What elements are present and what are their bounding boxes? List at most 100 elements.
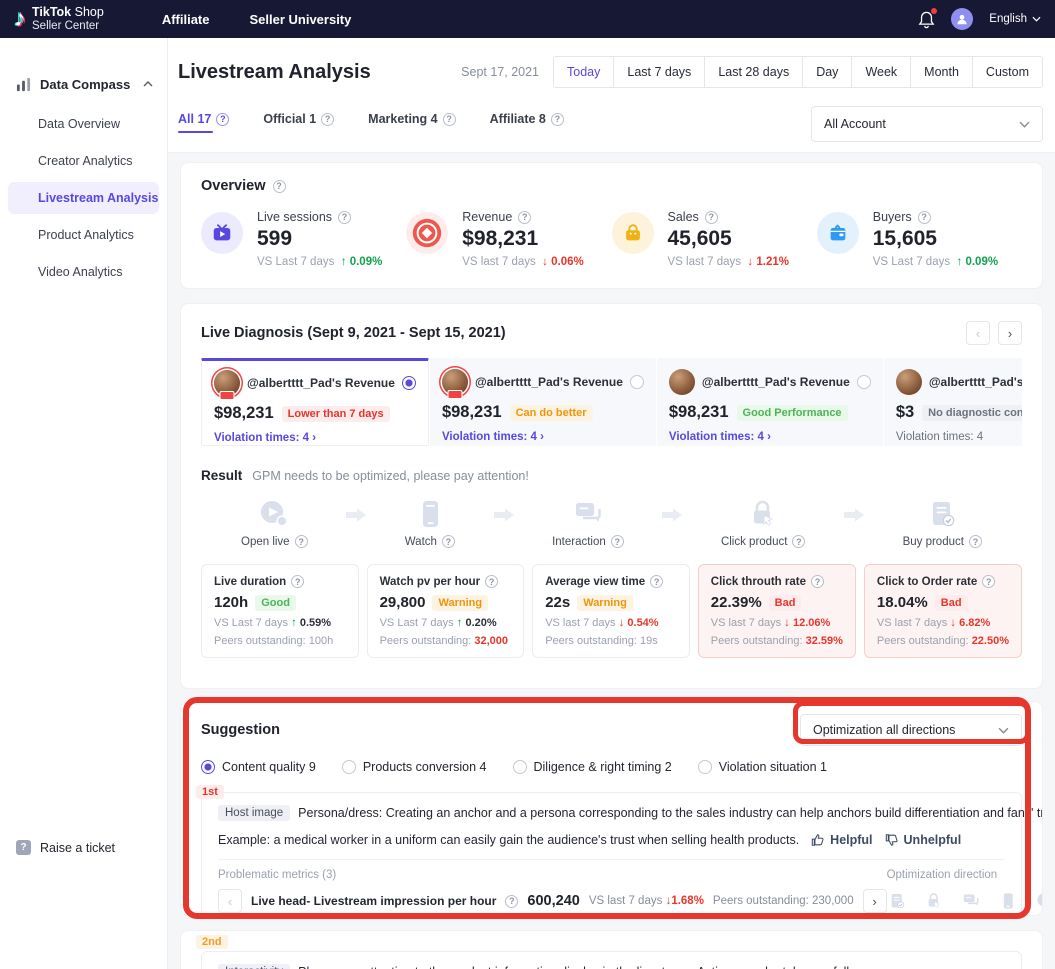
tiktok-shop-logo[interactable]: ♪ TikTok Shop Seller Center [14,5,104,33]
metric-name: Live head- Livestream impression per hou… [251,894,496,908]
diagnosis-card-2[interactable]: @albertttt_Pad's Revenue $98,231 Can do … [430,358,656,446]
question-icon[interactable]: ? [505,895,518,908]
question-icon[interactable]: ? [518,211,531,224]
date-range-group: Today Last 7 days Last 28 days Day Week … [553,56,1043,88]
question-icon[interactable]: ? [650,575,663,588]
question-icon[interactable]: ? [705,211,718,224]
question-icon[interactable]: ? [982,575,995,588]
question-icon[interactable]: ? [918,211,931,224]
question-icon[interactable]: ? [216,113,229,126]
overview-panel: Overview ? Live sessions? 599 VS Last 7 … [180,162,1043,289]
overview-title: Overview [201,178,266,194]
diagnosis-card-1[interactable]: @albertttt_Pad's Revenue $98,231 Lower t… [201,358,429,446]
suggestion-panel-2: 2nd Interactivity Please pay attention t… [180,930,1043,969]
unhelpful-button[interactable]: Unhelpful [885,833,962,847]
tab-marketing[interactable]: Marketing 4? [368,106,455,142]
arrow-right-icon [492,507,516,523]
topbar-right: English [918,8,1041,30]
chevron-right-icon: › [312,432,316,444]
carousel-next-button[interactable]: › [863,889,887,913]
creator-avatar [896,369,922,395]
range-button-custom[interactable]: Custom [972,56,1043,88]
question-icon[interactable]: ? [295,535,308,548]
click-product-icon [924,891,944,911]
notification-bell-icon[interactable] [918,10,935,29]
radio-icon [342,760,356,774]
metric-card-live-duration: Live duration? 120hGood VS Last 7 days ↑… [201,564,359,658]
card-radio[interactable] [630,375,644,389]
metric-card-watch-pv: Watch pv per hour? 29,800Warning VS Last… [367,564,525,658]
nav-link-affiliate[interactable]: Affiliate [162,12,210,27]
notification-dot [931,8,937,14]
nav-link-seller-university[interactable]: Seller University [249,12,351,27]
problematic-metrics-label: Problematic metrics (3) [218,869,887,881]
rank-badge: 2nd [196,935,228,949]
helpful-button[interactable]: Helpful [811,833,872,847]
conversion-funnel: Open live? Watch? Interaction? [241,497,982,548]
suggestion-filters: Content quality 9 Products conversion 4 … [201,756,1022,778]
tab-affiliate[interactable]: Affiliate 8? [490,106,564,142]
sidebar-item-livestream-analysis[interactable]: Livestream Analysis [8,182,159,214]
filter-products-conversion[interactable]: Products conversion 4 [342,760,487,774]
question-icon[interactable]: ? [611,535,624,548]
tab-all[interactable]: All 17? [178,106,229,142]
diagnosis-card-3[interactable]: @albertttt_Pad's Revenue $98,231 Good Pe… [657,358,883,446]
question-icon[interactable]: ? [551,113,564,126]
account-select[interactable]: All Account [811,106,1043,142]
raise-a-ticket[interactable]: ? Raise a ticket [0,840,115,855]
question-icon[interactable]: ? [321,113,334,126]
sidebar-item-video-analytics[interactable]: Video Analytics [8,256,159,288]
sidebar-item-data-overview[interactable]: Data Overview [8,108,159,140]
violation-times-link[interactable]: Violation times: 4 › [442,431,644,443]
range-button-last-28-days[interactable]: Last 28 days [704,56,803,88]
language-selector[interactable]: English [989,13,1041,25]
arrow-right-icon [842,507,866,523]
sidebar-item-product-analytics[interactable]: Product Analytics [8,219,159,251]
question-icon[interactable]: ? [291,575,304,588]
stat-buyers: Buyers? 15,605 VS Last 7 days ↑ 0.09% [817,210,1022,268]
question-icon[interactable]: ? [792,535,805,548]
diagnosis-next-button[interactable]: › [998,321,1022,345]
carousel-prev-button[interactable]: ‹ [218,889,242,913]
question-icon[interactable]: ? [485,575,498,588]
tab-official[interactable]: Official 1? [263,106,334,142]
user-avatar[interactable] [951,8,973,30]
question-icon[interactable]: ? [969,535,982,548]
violation-times-link[interactable]: Violation times: 4 › [214,432,416,444]
violation-times-link[interactable]: Violation times: 4 › [669,431,871,443]
filter-violation-situation[interactable]: Violation situation 1 [698,760,827,774]
watch-icon [413,497,447,531]
funnel-step-interaction: Interaction? [552,497,624,548]
overview-stats: Live sessions? 599 VS Last 7 days ↑ 0.09… [201,210,1022,268]
status-badge: Bad [935,595,968,611]
question-icon[interactable]: ? [443,113,456,126]
range-button-month[interactable]: Month [910,56,973,88]
question-icon[interactable]: ? [442,535,455,548]
optimization-direction-select[interactable]: Optimization all directions [800,714,1022,746]
open-live-icon [257,497,291,531]
filter-diligence-timing[interactable]: Diligence & right timing 2 [513,760,672,774]
creator-handle: @albertttt_Pad's Revenue [247,376,395,390]
question-icon[interactable]: ? [273,180,286,193]
card-radio[interactable] [857,375,871,389]
sidebar-items: Data Overview Creator Analytics Livestre… [0,108,167,288]
filter-content-quality[interactable]: Content quality 9 [201,760,316,774]
range-button-week[interactable]: Week [851,56,911,88]
funnel-step-click-product: Click product? [721,497,805,548]
bar-chart-icon [16,77,31,92]
diagnosis-card-4[interactable]: @albertttt_Pad's $3 No diagnostic con Vi… [884,358,1022,446]
stat-revenue: Revenue? $98,231 VS last 7 days ↓ 0.06% [406,210,611,268]
range-button-last-7-days[interactable]: Last 7 days [613,56,705,88]
card-radio[interactable] [402,376,416,390]
question-icon[interactable]: ? [811,575,824,588]
diagnosis-prev-button[interactable]: ‹ [966,321,990,345]
revenue-value: $98,231 [214,404,274,423]
sidebar-section-data-compass[interactable]: Data Compass [0,74,167,94]
sidebar-item-creator-analytics[interactable]: Creator Analytics [8,145,159,177]
click-product-icon [746,497,780,531]
range-button-today[interactable]: Today [553,56,614,88]
question-icon[interactable]: ? [338,211,351,224]
creator-avatar [669,369,695,395]
optimization-direction-icons [887,891,1043,911]
range-button-day[interactable]: Day [802,56,852,88]
